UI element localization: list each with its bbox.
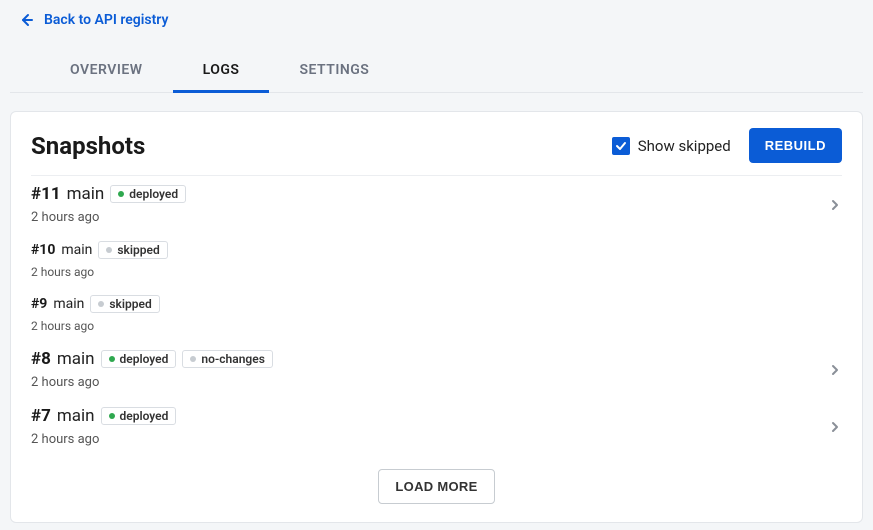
snapshot-time: 2 hours ago <box>31 265 168 279</box>
show-skipped-label: Show skipped <box>638 137 731 155</box>
snapshot-branch: main <box>61 242 92 258</box>
snapshot-id: #7 <box>31 406 51 426</box>
status-dot-icon <box>109 356 115 362</box>
snapshot-title-line: #11 main deployed <box>31 184 186 204</box>
status-dot-icon <box>106 247 112 253</box>
status-badge: skipped <box>90 295 159 313</box>
snapshot-title-line: #8 main deployed no-changes <box>31 349 273 369</box>
back-link-label: Back to API registry <box>44 12 168 28</box>
snapshot-row[interactable]: #7 main deployed 2 hours ago <box>31 398 842 451</box>
page-title: Snapshots <box>31 132 145 160</box>
snapshots-card: Snapshots Show skipped REBUILD #11 main d… <box>10 111 863 523</box>
status-badge: no-changes <box>182 350 272 368</box>
snapshot-branch: main <box>53 296 84 312</box>
chevron-right-icon <box>828 363 842 377</box>
snapshot-title-line: #7 main deployed <box>31 406 176 426</box>
snapshot-title-line: #9 main skipped <box>31 295 160 313</box>
status-badge: skipped <box>98 241 167 259</box>
snapshot-row: #9 main skipped 2 hours ago <box>31 287 842 337</box>
snapshot-time: 2 hours ago <box>31 319 160 333</box>
load-more-button[interactable]: LOAD MORE <box>378 469 494 504</box>
back-to-registry-link[interactable]: Back to API registry <box>0 0 873 40</box>
status-badge: deployed <box>110 185 186 203</box>
status-badge: deployed <box>101 407 177 425</box>
badge-label: deployed <box>129 187 178 201</box>
header-actions: Show skipped REBUILD <box>612 128 842 163</box>
snapshot-time: 2 hours ago <box>31 432 176 447</box>
status-dot-icon <box>118 191 124 197</box>
snapshot-id: #9 <box>31 296 47 312</box>
snapshot-id: #11 <box>31 184 61 204</box>
status-dot-icon <box>109 413 115 419</box>
snapshot-row[interactable]: #11 main deployed 2 hours ago <box>31 176 842 229</box>
badge-label: deployed <box>120 352 169 366</box>
tab-logs[interactable]: LOGS <box>173 50 270 93</box>
badge-label: no-changes <box>201 352 264 366</box>
snapshot-row[interactable]: #8 main deployed no-changes 2 hours ago <box>31 341 842 394</box>
snapshot-row: #10 main skipped 2 hours ago <box>31 233 842 283</box>
snapshot-title-line: #10 main skipped <box>31 241 168 259</box>
snapshot-id: #8 <box>31 349 51 369</box>
snapshot-time: 2 hours ago <box>31 375 273 390</box>
snapshot-time: 2 hours ago <box>31 210 186 225</box>
snapshot-id: #10 <box>31 242 55 258</box>
snapshot-info: #9 main skipped 2 hours ago <box>31 295 160 333</box>
snapshots-list: #11 main deployed 2 hours ago #10 main skipp… <box>31 176 842 455</box>
checkbox-icon <box>612 137 630 155</box>
snapshot-branch: main <box>67 184 105 204</box>
tabs-nav: OVERVIEW LOGS SETTINGS <box>10 50 863 93</box>
snapshot-info: #7 main deployed 2 hours ago <box>31 406 176 447</box>
snapshot-branch: main <box>57 406 95 426</box>
tab-overview[interactable]: OVERVIEW <box>40 50 173 93</box>
badge-label: skipped <box>109 297 151 311</box>
snapshot-info: #10 main skipped 2 hours ago <box>31 241 168 279</box>
status-dot-icon <box>190 356 196 362</box>
status-dot-icon <box>98 301 104 307</box>
snapshot-branch: main <box>57 349 95 369</box>
tab-settings[interactable]: SETTINGS <box>269 50 399 93</box>
badge-label: skipped <box>117 243 159 257</box>
status-badge: deployed <box>101 350 177 368</box>
arrow-left-icon <box>18 12 34 28</box>
snapshot-info: #11 main deployed 2 hours ago <box>31 184 186 225</box>
rebuild-button[interactable]: REBUILD <box>749 128 842 163</box>
badge-label: deployed <box>120 409 169 423</box>
chevron-right-icon <box>828 198 842 212</box>
show-skipped-toggle[interactable]: Show skipped <box>612 137 731 155</box>
card-header: Snapshots Show skipped REBUILD <box>31 112 842 176</box>
chevron-right-icon <box>828 420 842 434</box>
snapshot-info: #8 main deployed no-changes 2 hours ago <box>31 349 273 390</box>
